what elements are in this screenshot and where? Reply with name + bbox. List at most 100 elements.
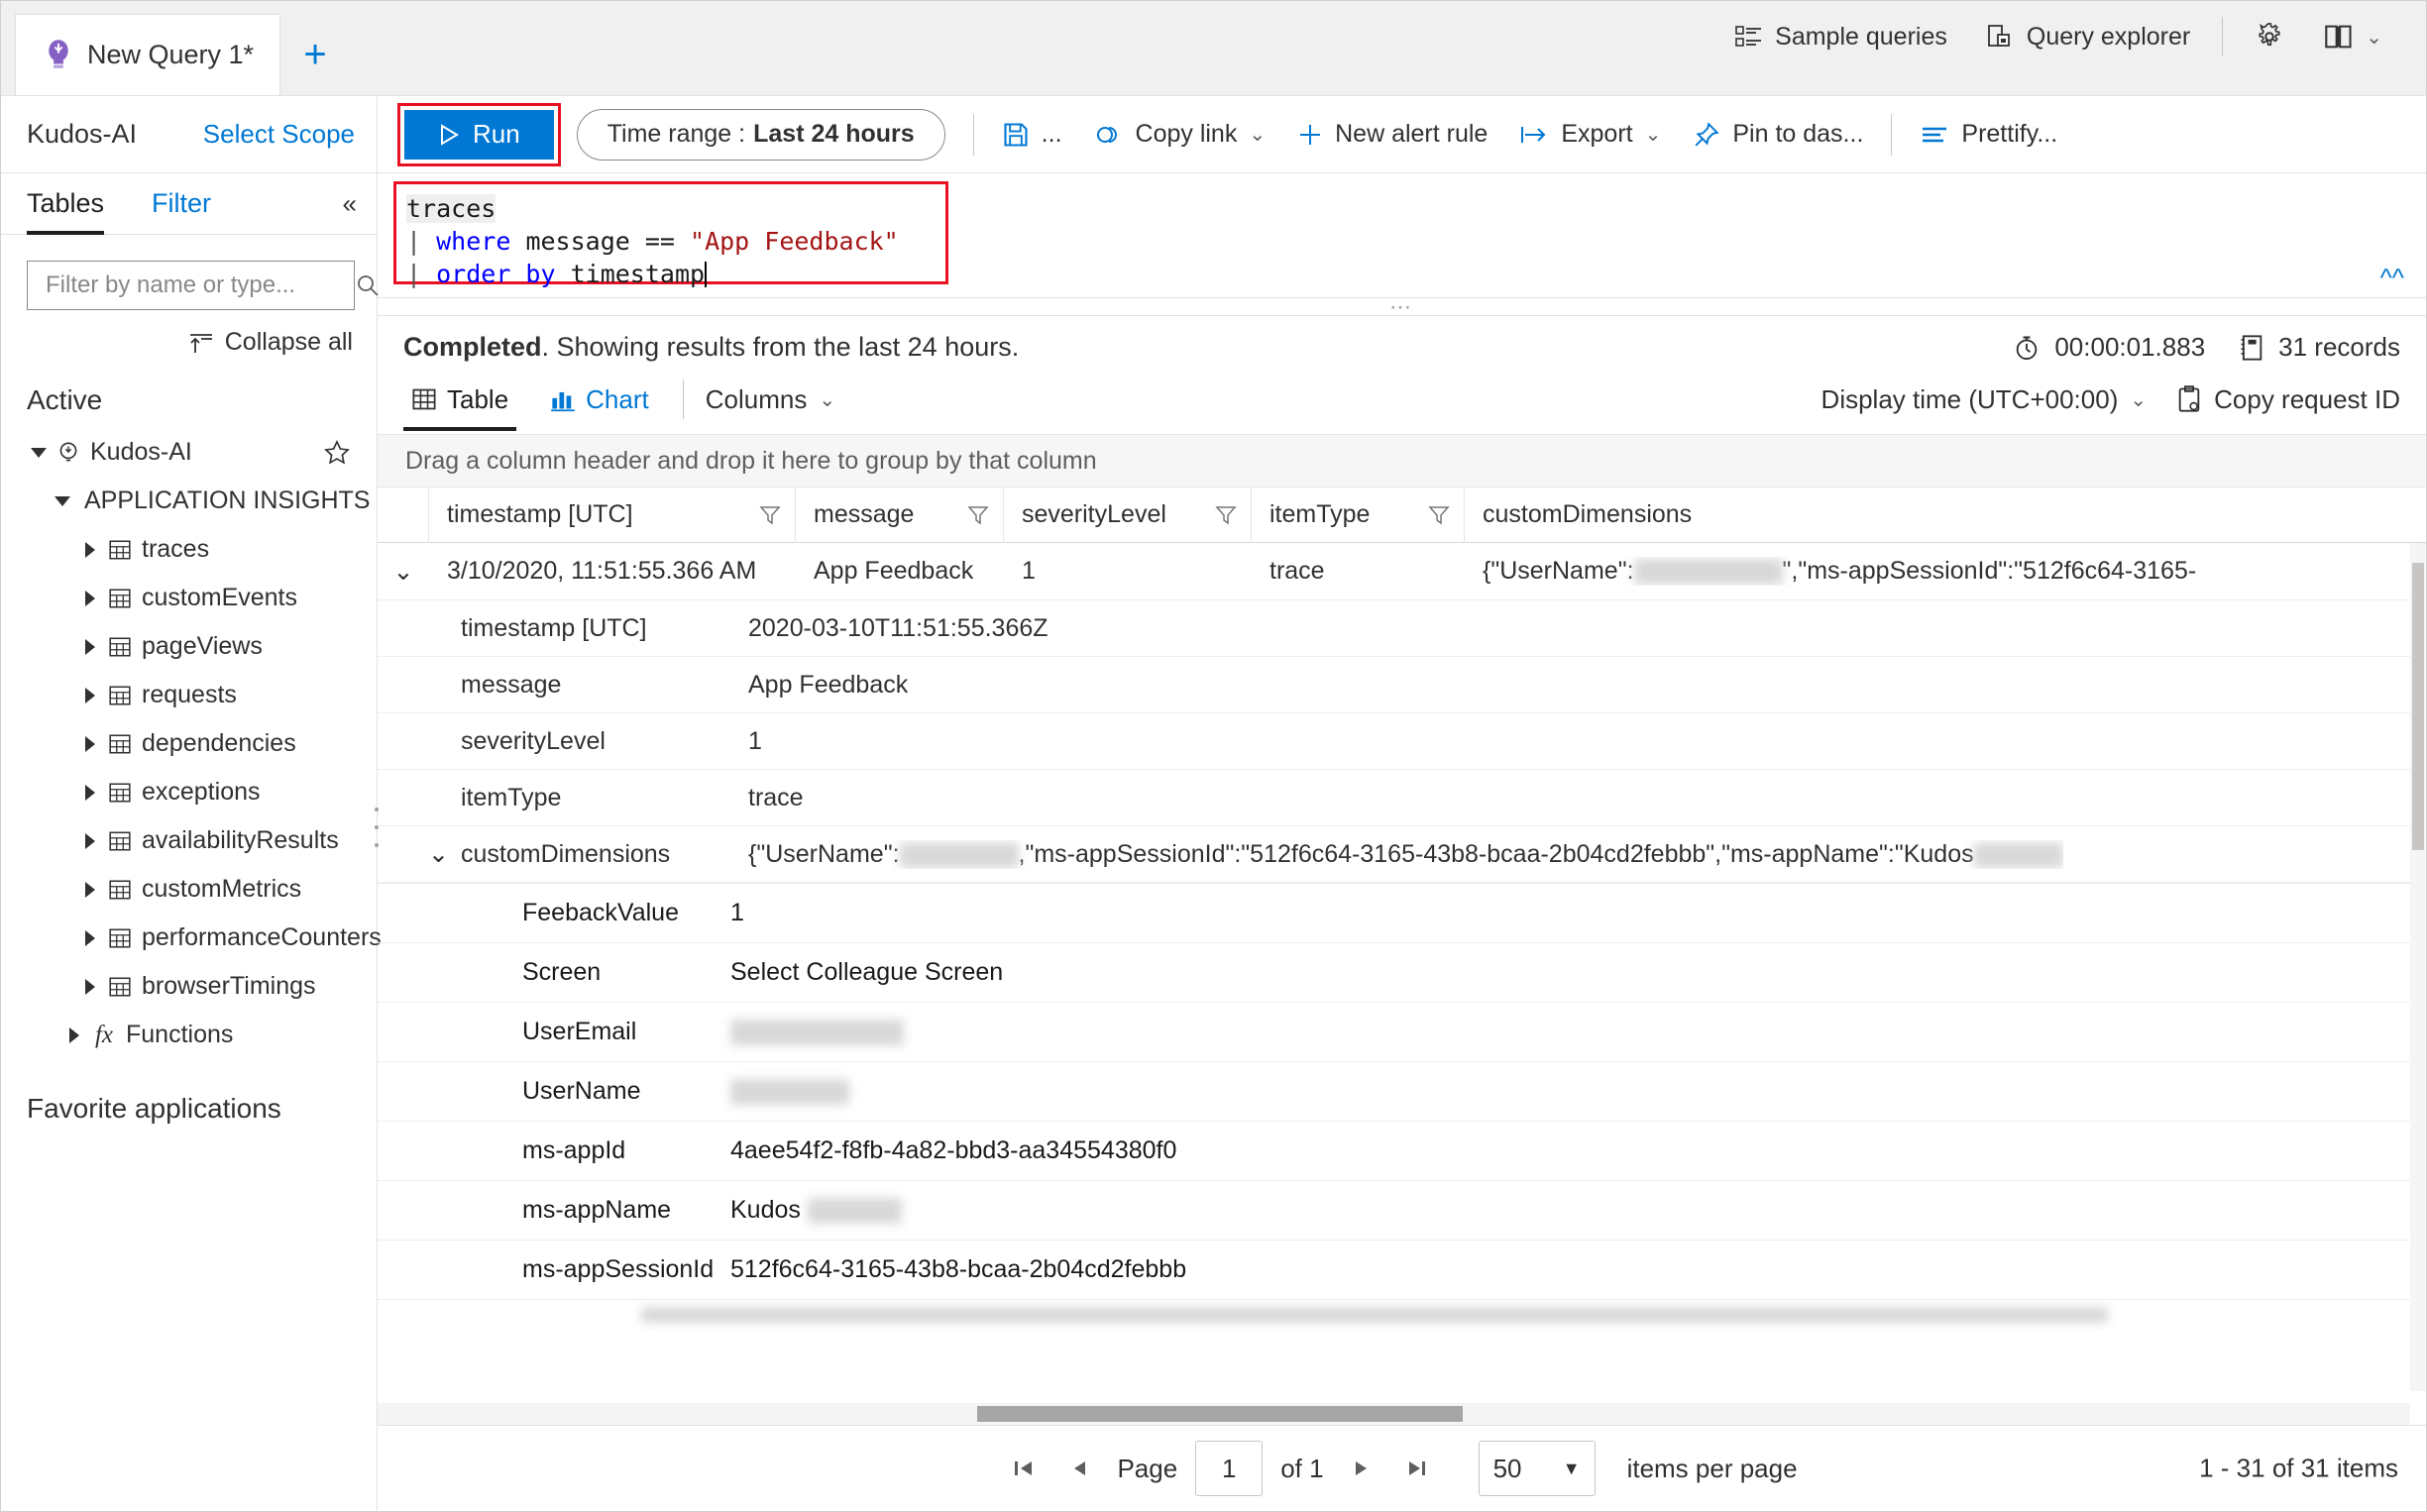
- chevron-right-icon[interactable]: [62, 1026, 86, 1043]
- sub-key: ms-appName: [522, 1196, 672, 1224]
- grid-horizontal-scrollbar[interactable]: [378, 1403, 2410, 1425]
- sample-queries-button[interactable]: Sample queries: [1715, 9, 1967, 64]
- detail-row-customdimensions[interactable]: ⌄ customDimensions {"UserName": ,"ms-app…: [378, 826, 2426, 883]
- collapse-all-button[interactable]: Collapse all: [1, 328, 353, 357]
- group-by-dropzone[interactable]: Drag a column header and drop it here to…: [378, 434, 2426, 487]
- tree-table-custommetrics[interactable]: customMetrics: [1, 865, 377, 914]
- tab-tables[interactable]: Tables: [27, 173, 105, 235]
- grid-header-message[interactable]: message: [796, 487, 1004, 543]
- run-button[interactable]: Run: [404, 109, 554, 160]
- help-button[interactable]: ⌄: [2304, 9, 2402, 64]
- customdimensions-collapse-icon[interactable]: ⌄: [378, 839, 461, 869]
- copy-request-id-button[interactable]: Copy request ID: [2176, 384, 2400, 415]
- main-body: Tables Filter « Filter by name or type..…: [1, 173, 2426, 1511]
- table-filter-input[interactable]: [44, 270, 355, 300]
- chevron-right-icon[interactable]: [78, 881, 102, 898]
- tab-table[interactable]: Table: [403, 374, 517, 431]
- cell-customdimensions: {"UserName": ","ms-appSessionId":"512f6c…: [1465, 557, 2426, 586]
- scope-selector[interactable]: Kudos-AI Select Scope: [1, 95, 378, 173]
- first-page-button[interactable]: [1006, 1457, 1044, 1480]
- tree-table-label: customEvents: [142, 584, 298, 611]
- sub-row: ms-appId 4aee54f2-f8fb-4a82-bbd3-aa34554…: [378, 1122, 2426, 1181]
- filter-icon[interactable]: [1215, 504, 1237, 526]
- query-tab[interactable]: New Query 1*: [15, 14, 281, 95]
- query-editor[interactable]: traces | where message == "App Feedback" |…: [406, 192, 945, 290]
- grid-header-timestamp[interactable]: timestamp [UTC]: [429, 487, 796, 543]
- grid-vertical-scrollbar[interactable]: [2410, 543, 2426, 1391]
- last-page-button[interactable]: [1397, 1457, 1435, 1480]
- chevron-right-icon[interactable]: [78, 735, 102, 752]
- tree-table-dependencies[interactable]: dependencies: [1, 719, 377, 768]
- page-number-input[interactable]: 1: [1195, 1441, 1264, 1496]
- tree-table-traces[interactable]: traces: [1, 525, 377, 574]
- chevron-right-icon[interactable]: [78, 978, 102, 995]
- collapse-editor-button[interactable]: ^^: [2380, 263, 2404, 293]
- grid-header-itemtype[interactable]: itemType: [1252, 487, 1465, 543]
- row-collapse-icon[interactable]: ⌄: [378, 557, 429, 587]
- grid-header-customdimensions[interactable]: customDimensions: [1465, 487, 2426, 543]
- filter-icon[interactable]: [759, 504, 781, 526]
- pin-to-dashboard-button[interactable]: Pin to das...: [1677, 107, 1879, 162]
- query-explorer-button[interactable]: Query explorer: [1967, 9, 2210, 64]
- results-splitter[interactable]: ⋯: [378, 294, 2426, 319]
- chevron-right-icon[interactable]: [78, 638, 102, 655]
- divider: [1891, 113, 1893, 156]
- query-line-2-keyword: where: [436, 227, 511, 256]
- timer-icon: [2013, 334, 2041, 362]
- settings-button[interactable]: [2235, 9, 2304, 64]
- tree-table-requests[interactable]: requests: [1, 671, 377, 719]
- results-status-text: Completed. Showing results from the last…: [403, 332, 1019, 363]
- next-page-button[interactable]: [1342, 1457, 1379, 1480]
- previous-page-button[interactable]: [1061, 1457, 1099, 1480]
- copy-link-button[interactable]: Copy link ⌄: [1078, 107, 1282, 162]
- chevron-right-icon[interactable]: [78, 832, 102, 849]
- time-range-picker[interactable]: Time range : Last 24 hours: [576, 108, 945, 161]
- sub-row: UserName: [378, 1062, 2426, 1122]
- chevron-down-icon: ⌄: [1644, 124, 1662, 146]
- export-button[interactable]: Export ⌄: [1503, 107, 1677, 162]
- table-row[interactable]: ⌄ 3/10/2020, 11:51:55.366 AM App Feedbac…: [378, 543, 2426, 600]
- select-scope-link[interactable]: Select Scope: [203, 119, 355, 150]
- chevron-right-icon[interactable]: [78, 541, 102, 558]
- tab-filter[interactable]: Filter: [152, 173, 211, 235]
- tree-root-kudos-ai[interactable]: Kudos-AI: [1, 428, 377, 477]
- tree-table-performancecounters[interactable]: performanceCounters: [1, 914, 382, 962]
- double-chevron-left-icon[interactable]: «: [343, 188, 357, 219]
- tree-table-exceptions[interactable]: exceptions: [1, 768, 377, 816]
- chevron-right-icon[interactable]: [78, 590, 102, 606]
- display-time-dropdown[interactable]: Display time (UTC+00:00) ⌄: [1821, 384, 2148, 415]
- filter-icon[interactable]: [1428, 504, 1450, 526]
- grid-header-severitylevel[interactable]: severityLevel: [1004, 487, 1252, 543]
- tree-table-browsertimings[interactable]: browserTimings: [1, 962, 377, 1011]
- detail-key: message: [461, 670, 562, 699]
- items-per-page-select[interactable]: 50 ▼: [1478, 1441, 1596, 1496]
- time-range-value: Last 24 hours: [753, 120, 915, 148]
- grid-vertical-scroll-thumb[interactable]: [2412, 563, 2424, 850]
- grid-horizontal-scroll-thumb[interactable]: [977, 1406, 1463, 1422]
- tree-table-pageviews[interactable]: pageViews: [1, 622, 377, 671]
- sample-queries-icon: [1735, 24, 1763, 50]
- save-button[interactable]: ...: [986, 107, 1078, 162]
- chevron-down-icon[interactable]: [27, 447, 51, 458]
- tree-table-customevents[interactable]: customEvents: [1, 574, 377, 622]
- new-tab-button[interactable]: +: [280, 14, 350, 95]
- columns-dropdown[interactable]: Columns ⌄: [706, 384, 835, 415]
- table-filter-field[interactable]: [27, 261, 379, 310]
- chevron-down-icon[interactable]: [51, 495, 74, 506]
- chevron-right-icon[interactable]: [78, 929, 102, 946]
- prettify-button[interactable]: Prettify...: [1904, 107, 2073, 162]
- tab-chart[interactable]: Chart: [542, 374, 657, 425]
- favorite-star-icon[interactable]: [323, 439, 351, 467]
- filter-icon[interactable]: [967, 504, 989, 526]
- redacted-appname: [807, 1198, 902, 1225]
- tree-functions[interactable]: fx Functions: [1, 1011, 377, 1059]
- tree-table-availabilityresults[interactable]: availabilityResults: [1, 816, 377, 865]
- detail-value: trace: [748, 783, 804, 811]
- sub-key: FeebackValue: [522, 899, 679, 926]
- save-ellipsis: ...: [1041, 120, 1062, 148]
- new-alert-rule-button[interactable]: New alert rule: [1281, 107, 1503, 162]
- run-label: Run: [473, 119, 520, 149]
- chevron-right-icon[interactable]: [78, 784, 102, 801]
- chevron-right-icon[interactable]: [78, 687, 102, 703]
- tree-group-application-insights[interactable]: APPLICATION INSIGHTS: [1, 477, 377, 525]
